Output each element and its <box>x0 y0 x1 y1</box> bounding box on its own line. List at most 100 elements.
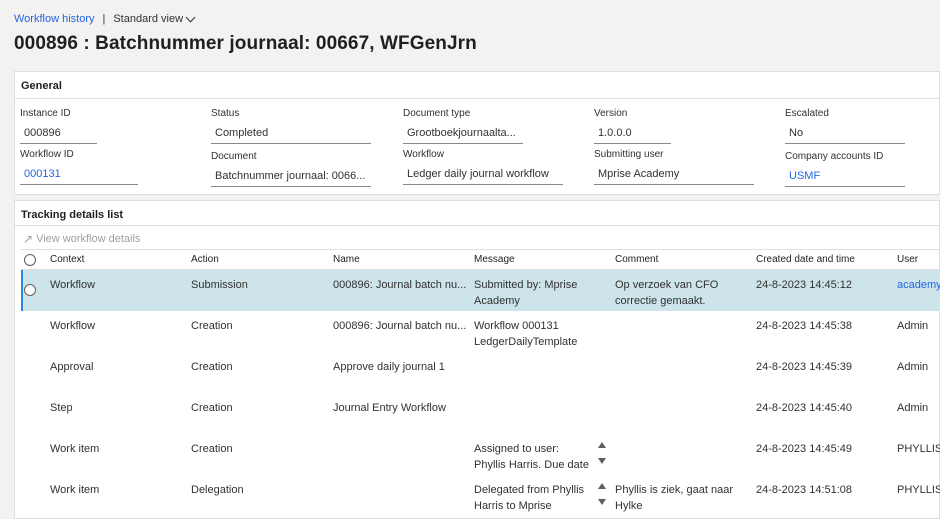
table-row[interactable]: Workflow Creation 000896: Journal batch … <box>21 311 940 352</box>
general-header[interactable]: General <box>21 80 62 92</box>
escalated-field: Escalated No <box>785 108 905 144</box>
tracking-grid: Context Action Name Message Comment Crea… <box>21 249 940 516</box>
col-user[interactable]: User <box>897 254 918 265</box>
cell-message: Submitted by: Mprise Academy <box>474 279 578 307</box>
view-workflow-details-label: View workflow details <box>36 233 141 245</box>
cell-comment: Phyllis is ziek, gaat naar Hylke <box>615 484 733 512</box>
version-field: Version 1.0.0.0 <box>594 108 671 144</box>
submitting-user-field: Submitting user Mprise Academy <box>594 149 754 185</box>
submitting-user-label: Submitting user <box>594 149 664 160</box>
cell-created: 24-8-2023 14:45:39 <box>756 361 853 373</box>
instance-id-label: Instance ID <box>20 108 71 119</box>
company-label: Company accounts ID <box>785 151 884 162</box>
view-selector-label: Standard view <box>113 13 184 25</box>
view-workflow-details-button[interactable]: ↗ View workflow details <box>23 232 140 246</box>
workflow-id-label: Workflow ID <box>20 149 74 160</box>
version-label: Version <box>594 108 628 119</box>
cell-action: Creation <box>191 402 233 414</box>
arrow-up-right-icon: ↗ <box>23 232 34 246</box>
cell-action: Creation <box>191 443 233 455</box>
message-scroll-control[interactable] <box>598 442 606 464</box>
cell-user: Admin <box>897 320 929 332</box>
cell-user: PHYLLIS <box>897 443 940 455</box>
cell-context: Step <box>50 402 73 414</box>
scroll-up-icon[interactable] <box>598 442 606 448</box>
cell-action: Creation <box>191 320 233 332</box>
col-action[interactable]: Action <box>191 254 219 265</box>
col-name[interactable]: Name <box>333 254 360 265</box>
document-field: Document Batchnummer journaal: 0066... <box>211 151 371 187</box>
cell-context: Approval <box>50 361 94 373</box>
col-created[interactable]: Created date and time <box>756 254 855 265</box>
page-title: 000896 : Batchnummer journaal: 00667, WF… <box>14 33 477 54</box>
cell-action: Creation <box>191 361 233 373</box>
cell-message: Workflow 000131 LedgerDailyTemplate <box>474 320 578 348</box>
breadcrumb: Workflow history | Standard view <box>14 11 196 27</box>
message-scroll-control[interactable] <box>598 483 606 505</box>
workflow-id-field: Workflow ID 000131 <box>20 149 138 185</box>
table-row[interactable]: Workflow Submission 000896: Journal batc… <box>21 270 940 311</box>
cell-message: Delegated from Phyllis Harris to Mprise <box>474 484 585 512</box>
escalated-value[interactable]: No <box>785 125 905 144</box>
col-comment[interactable]: Comment <box>615 254 658 265</box>
cell-user: Admin <box>897 402 929 414</box>
document-type-field: Document type Grootboekjournaalta... <box>403 108 523 144</box>
divider <box>15 98 939 99</box>
cell-created: 24-8-2023 14:45:49 <box>756 443 853 455</box>
table-row[interactable]: Step Creation Journal Entry Workflow 24-… <box>21 393 940 434</box>
table-row[interactable]: Approval Creation Approve daily journal … <box>21 352 940 393</box>
instance-id-field: Instance ID 000896 <box>20 108 97 144</box>
cell-created: 24-8-2023 14:51:08 <box>756 484 853 496</box>
scroll-down-icon[interactable] <box>598 458 606 464</box>
document-value[interactable]: Batchnummer journaal: 0066... <box>211 168 371 187</box>
document-label: Document <box>211 151 257 162</box>
table-row[interactable]: Work item Creation Assigned to user: Phy… <box>21 434 940 475</box>
table-row[interactable]: Work item Delegation Delegated from Phyl… <box>21 475 940 516</box>
chevron-down-icon <box>185 12 196 22</box>
select-all-radio[interactable] <box>24 254 36 266</box>
cell-name: Journal Entry Workflow <box>333 402 446 414</box>
company-link[interactable]: USMF <box>785 168 905 187</box>
status-value[interactable]: Completed <box>211 125 371 144</box>
cell-context: Work item <box>50 443 100 455</box>
instance-id-value[interactable]: 000896 <box>20 125 97 144</box>
cell-created: 24-8-2023 14:45:40 <box>756 402 853 414</box>
scroll-down-icon[interactable] <box>598 499 606 505</box>
grid-header: Context Action Name Message Comment Crea… <box>21 249 940 270</box>
cell-user-link[interactable]: academy <box>897 277 940 293</box>
submitting-user-value[interactable]: Mprise Academy <box>594 166 754 185</box>
tracking-header[interactable]: Tracking details list <box>21 209 123 221</box>
document-type-label: Document type <box>403 108 471 119</box>
cell-action: Submission <box>191 279 248 291</box>
workflow-id-link[interactable]: 000131 <box>20 166 138 185</box>
cell-name: Approve daily journal 1 <box>333 361 445 373</box>
cell-name: 000896: Journal batch nu... <box>333 320 467 332</box>
cell-user: PHYLLIS <box>897 484 940 496</box>
workflow-value[interactable]: Ledger daily journal workflow <box>403 166 563 185</box>
status-label: Status <box>211 108 240 119</box>
status-field: Status Completed <box>211 108 371 144</box>
version-value[interactable]: 1.0.0.0 <box>594 125 671 144</box>
tracking-section: Tracking details list ↗ View workflow de… <box>14 200 940 519</box>
cell-message: Assigned to user: Phyllis Harris. Due da… <box>474 443 589 471</box>
scroll-up-icon[interactable] <box>598 483 606 489</box>
row-select-radio[interactable] <box>24 284 36 296</box>
cell-user: Admin <box>897 361 929 373</box>
cell-name: 000896: Journal batch nu... <box>333 279 467 291</box>
document-type-value[interactable]: Grootboekjournaalta... <box>403 125 523 144</box>
workflow-field: Workflow Ledger daily journal workflow <box>403 149 563 185</box>
view-selector[interactable]: Standard view <box>113 12 196 25</box>
cell-context: Workflow <box>50 320 96 332</box>
workflow-history-link[interactable]: Workflow history <box>14 13 94 25</box>
cell-comment: Op verzoek van CFO correctie gemaakt. <box>615 279 719 307</box>
company-field: Company accounts ID USMF <box>785 151 905 187</box>
cell-action: Delegation <box>191 484 244 496</box>
general-section: General Instance ID 000896 Status Comple… <box>14 71 940 195</box>
col-context[interactable]: Context <box>50 254 84 265</box>
cell-created: 24-8-2023 14:45:12 <box>756 279 853 291</box>
divider <box>15 225 939 226</box>
cell-created: 24-8-2023 14:45:38 <box>756 320 853 332</box>
workflow-label: Workflow <box>403 149 444 160</box>
col-message[interactable]: Message <box>474 254 515 265</box>
breadcrumb-separator: | <box>102 13 106 25</box>
